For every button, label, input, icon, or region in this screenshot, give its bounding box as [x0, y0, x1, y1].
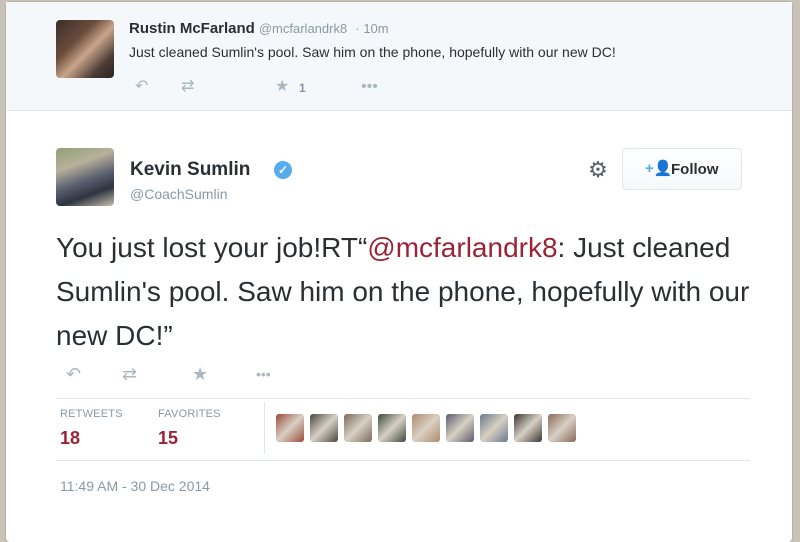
favoriter-avatar[interactable] [548, 414, 576, 442]
main-handle[interactable]: @CoachSumlin [130, 186, 227, 202]
reply-text: Just cleaned Sumlin's pool. Saw him on t… [129, 44, 616, 60]
favoriter-avatar[interactable] [412, 414, 440, 442]
star-icon[interactable]: ★ [275, 77, 289, 97]
retweet-icon[interactable]: ⇄ [122, 364, 137, 384]
divider [56, 398, 750, 399]
tweet-card: Rustin McFarland @mcfarlandrk8 · 10m Just… [6, 2, 792, 542]
add-user-icon: +👤 [645, 160, 673, 177]
tweet-timestamp[interactable]: 11:49 AM - 30 Dec 2014 [60, 478, 210, 494]
divider [56, 460, 750, 461]
follow-label: Follow [671, 161, 719, 178]
favorite-count: 1 [299, 81, 306, 95]
reply-time[interactable]: · 10m [355, 21, 388, 36]
retweets-count[interactable]: 18 [60, 428, 80, 449]
favoriter-avatar[interactable] [344, 414, 372, 442]
reply-fullname[interactable]: Rustin McFarland [129, 20, 255, 37]
favoriter-avatar[interactable] [378, 414, 406, 442]
reply-handle[interactable]: @mcfarlandrk8 [259, 21, 347, 36]
verified-icon: ✓ [274, 161, 292, 179]
star-icon[interactable]: ★ [192, 364, 208, 384]
main-fullname[interactable]: Kevin Sumlin [130, 159, 250, 181]
favoriter-avatar[interactable] [480, 414, 508, 442]
favoriter-avatar[interactable] [276, 414, 304, 442]
reply-icon[interactable]: ↶ [66, 364, 81, 384]
more-icon[interactable]: ••• [361, 77, 378, 97]
favorites-label: FAVORITES [158, 408, 221, 420]
avatar[interactable] [56, 20, 114, 78]
mention-link[interactable]: @mcfarlandrk8 [367, 232, 557, 263]
gear-icon[interactable]: ⚙ [586, 158, 610, 182]
divider [264, 402, 265, 454]
retweets-label: RETWEETS [60, 408, 123, 420]
follow-button[interactable]: +👤 Follow [622, 148, 742, 190]
favoriter-avatar[interactable] [310, 414, 338, 442]
tweet-text-before: You just lost your job!RT“ [56, 232, 368, 263]
reply-icon[interactable]: ↶ [135, 77, 148, 97]
more-icon[interactable]: ••• [256, 364, 271, 384]
reply-tweet[interactable]: Rustin McFarland @mcfarlandrk8 · 10m Just… [6, 2, 792, 111]
retweet-icon[interactable]: ⇄ [181, 77, 194, 97]
tweet-text: You just lost your job!RT“@mcfarlandrk8:… [56, 226, 756, 358]
favoriter-avatar[interactable] [514, 414, 542, 442]
reply-header: Rustin McFarland @mcfarlandrk8 · 10m [129, 20, 389, 37]
favoriter-avatar[interactable] [446, 414, 474, 442]
avatar[interactable] [56, 148, 114, 206]
favorites-count[interactable]: 15 [158, 428, 178, 449]
